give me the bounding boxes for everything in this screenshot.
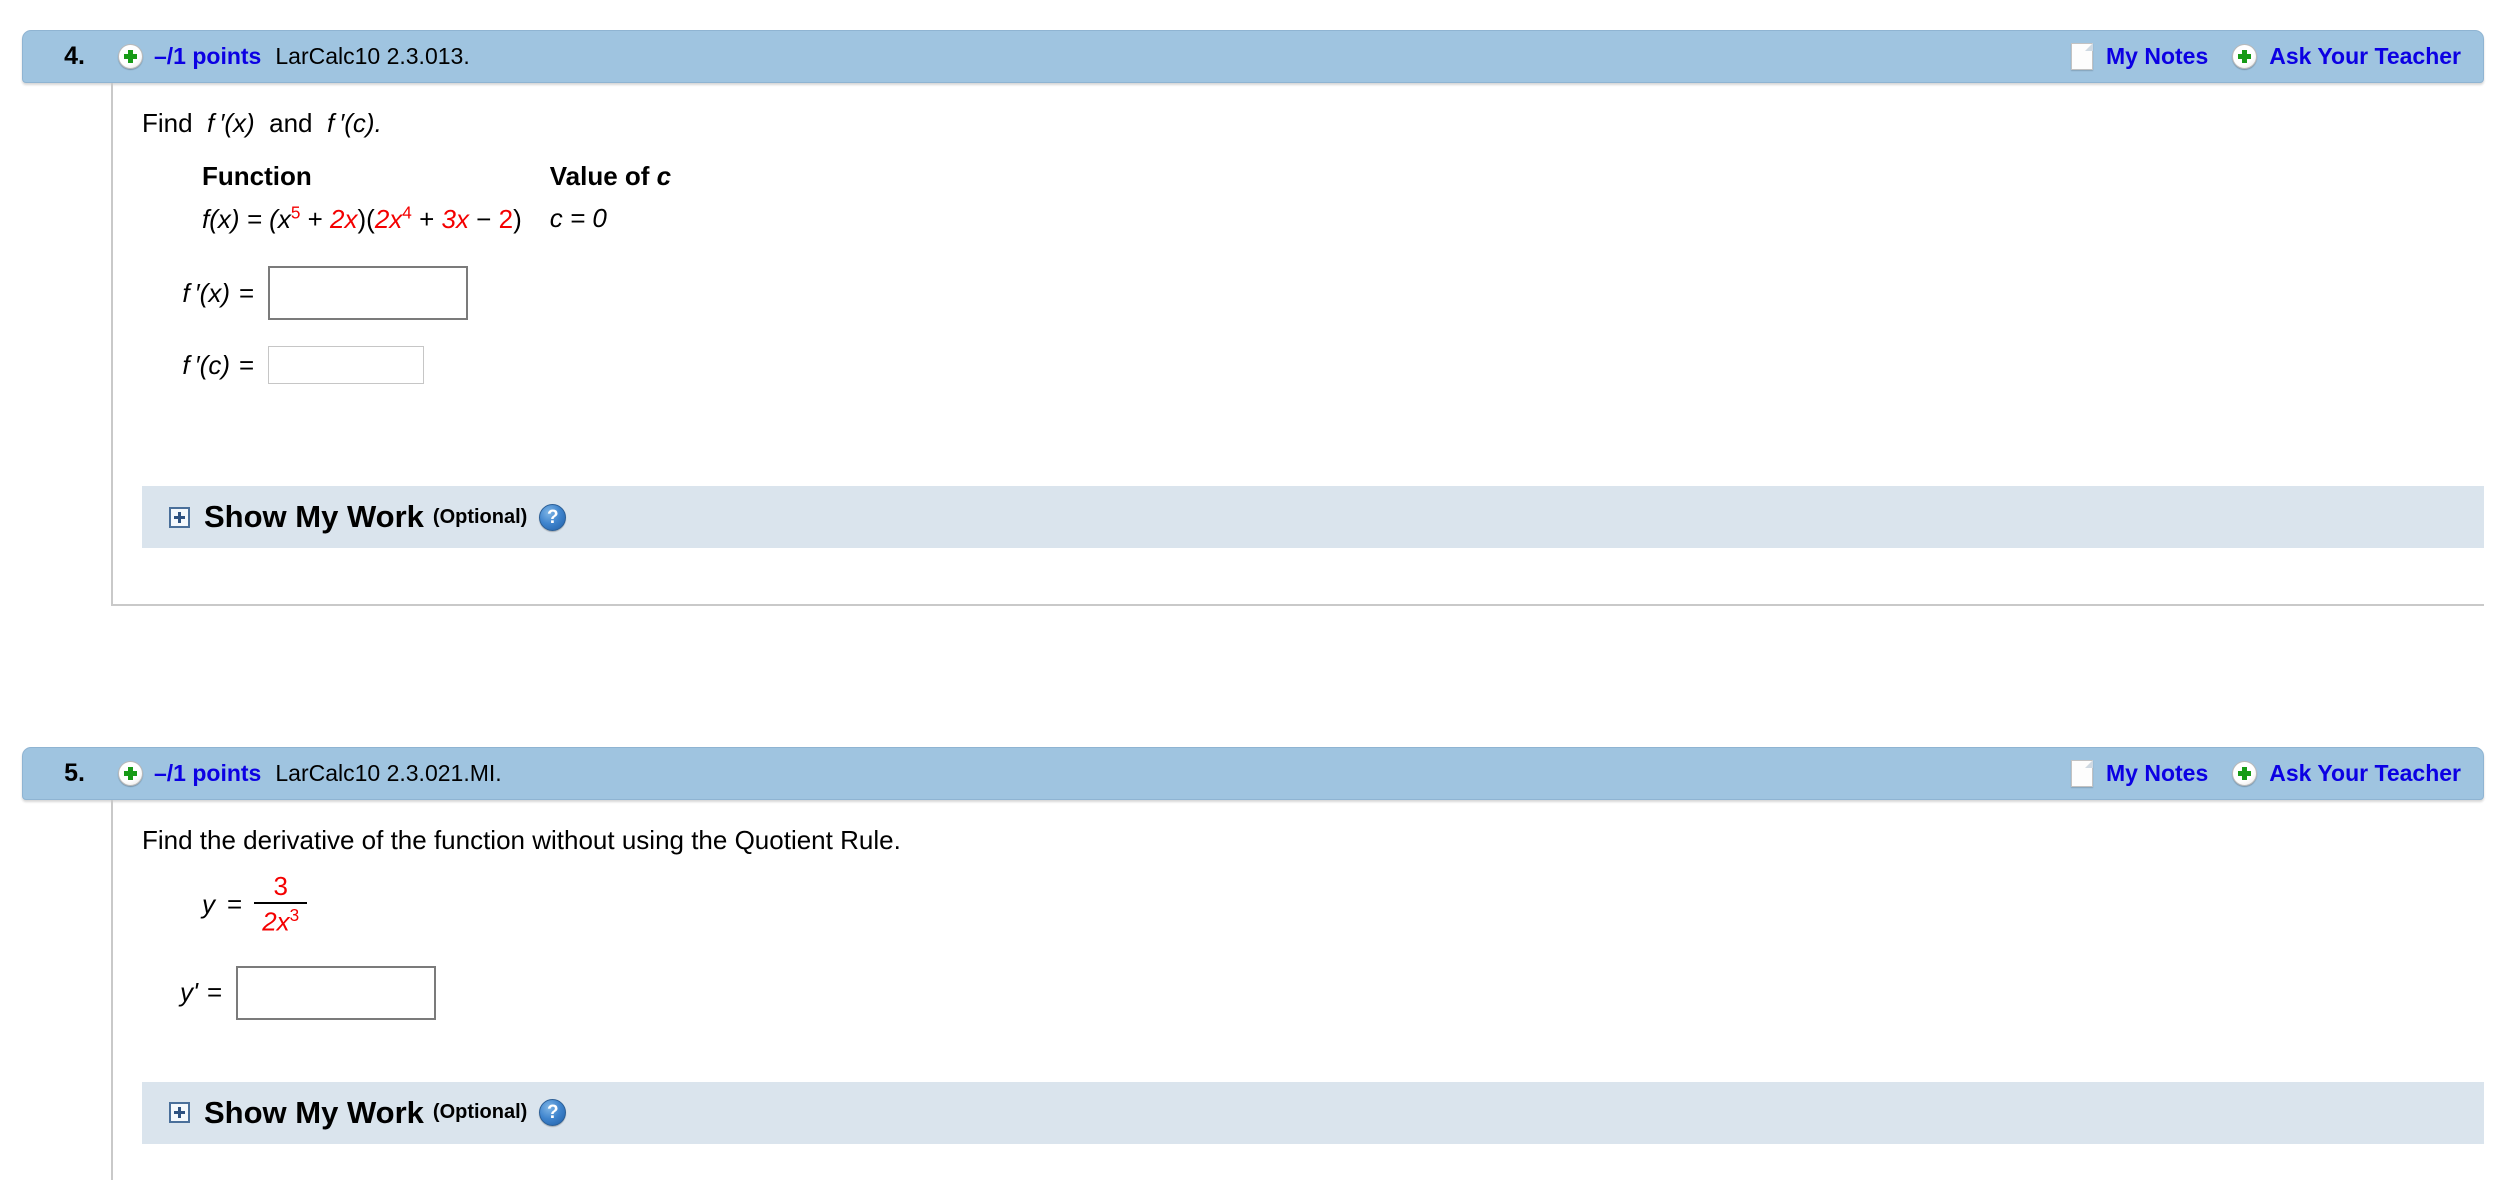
points-expand-group-4: –/1 points: [118, 43, 261, 70]
fraction-numerator: 3: [273, 870, 288, 901]
prompt-and: and: [269, 108, 313, 138]
help-question-icon[interactable]: ?: [539, 503, 567, 531]
prompt-find: Find: [142, 108, 193, 138]
answer-label-yprime: y': [180, 977, 198, 1008]
question-prompt-4: Find f ′(x) and f ′(c).: [142, 109, 2484, 138]
prompt-fprime-x: f ′(x): [207, 108, 255, 138]
question-content-4: Find f ′(x) and f ′(c). Function Value o…: [113, 83, 2484, 486]
show-my-work-title-5: Show My Work: [204, 1094, 424, 1130]
help-question-icon[interactable]: ?: [539, 1099, 567, 1127]
function-value-table: Function Value of c f(x) = (x5 + 2x)(2x4…: [202, 161, 671, 236]
fx-term3: 2x: [374, 204, 403, 235]
answer-label-fprime-x: f ′(x): [182, 277, 230, 308]
fx-lhs: f(x) = (: [202, 204, 278, 235]
answer-input-fprime-x[interactable]: [268, 266, 469, 321]
my-notes-link-5[interactable]: My Notes: [2106, 760, 2208, 787]
plus-icon[interactable]: [118, 761, 143, 786]
question-body-4: Find f ′(x) and f ′(c). Function Value o…: [111, 83, 2484, 607]
header-actions-5: My Notes Ask Your Teacher: [2071, 760, 2461, 787]
header-actions-4: My Notes Ask Your Teacher: [2071, 43, 2461, 70]
question-code-5: LarCalc10 2.3.021.MI.: [275, 760, 502, 786]
fx-exp2: 4: [402, 202, 412, 223]
answer-input-yprime[interactable]: [236, 965, 437, 1020]
question-content-5: Find the derivative of the function with…: [113, 800, 2484, 1082]
question-number-4: 4.: [64, 42, 85, 70]
ask-your-teacher-link-4[interactable]: Ask Your Teacher: [2269, 43, 2461, 70]
question-prompt-5: Find the derivative of the function with…: [142, 825, 901, 855]
answer-input-fprime-c[interactable]: [268, 346, 425, 385]
ask-your-teacher-link-5[interactable]: Ask Your Teacher: [2269, 760, 2461, 787]
show-my-work-optional-5: (Optional): [432, 1101, 528, 1124]
fx-plus1: +: [300, 204, 331, 235]
fx-term4: 3x: [441, 204, 469, 235]
answer-label-fprime-c: f ′(c): [182, 349, 230, 380]
question-block-4: 4. –/1 points LarCalc10 2.3.013. My Note…: [22, 30, 2484, 607]
equals-sign: =: [239, 277, 255, 308]
question-block-5: 5. –/1 points LarCalc10 2.3.021.MI. My N…: [22, 747, 2484, 1180]
fx-plus2: +: [411, 204, 442, 235]
question-header-4: 4. –/1 points LarCalc10 2.3.013. My Note…: [22, 30, 2484, 83]
prompt-fprime-c: f ′(c).: [326, 108, 382, 138]
plus-icon[interactable]: [2232, 44, 2258, 69]
note-page-icon[interactable]: [2071, 760, 2093, 787]
show-my-work-band-4[interactable]: Show My Work (Optional) ?: [142, 486, 2484, 549]
value-of-var: c: [656, 160, 672, 191]
column-header-value-of-c: Value of c: [522, 161, 671, 203]
expand-plus-icon[interactable]: [169, 506, 190, 528]
answer-row-fprime-x: f ′(x) =: [152, 266, 2484, 321]
show-my-work-title-4: Show My Work: [204, 499, 424, 535]
answer-row-yprime: y' =: [120, 965, 2484, 1020]
fx-exp1: 5: [290, 202, 301, 223]
value-of-c-expression: c = 0: [549, 203, 607, 234]
body-tail-spacer-4: [113, 548, 2484, 604]
answer-row-fprime-c: f ′(c) =: [152, 346, 2484, 385]
show-my-work-band-5[interactable]: Show My Work (Optional) ?: [142, 1081, 2484, 1144]
fx-close: ): [513, 204, 522, 235]
assignment-page: 4. –/1 points LarCalc10 2.3.013. My Note…: [0, 0, 2494, 1180]
fx-term2: 2x: [330, 204, 358, 235]
equals-sign: =: [207, 977, 223, 1008]
note-page-icon[interactable]: [2071, 43, 2093, 70]
points-expand-group-5: –/1 points: [118, 760, 261, 787]
question-header-5: 5. –/1 points LarCalc10 2.3.021.MI. My N…: [22, 747, 2484, 800]
points-label-5: –/1 points: [154, 760, 262, 786]
column-header-function: Function: [202, 160, 312, 191]
table-header-row: Function Value of c: [202, 161, 671, 203]
equals-sign: =: [227, 888, 243, 919]
question-code-4: LarCalc10 2.3.013.: [275, 43, 470, 69]
my-notes-link-4[interactable]: My Notes: [2106, 43, 2208, 70]
plus-icon[interactable]: [118, 44, 143, 69]
value-of-text: Value of: [549, 160, 650, 191]
denominator-base: 2x: [262, 906, 290, 937]
plus-icon[interactable]: [2232, 761, 2258, 786]
question-body-5: Find the derivative of the function with…: [111, 800, 2484, 1180]
fx-mid: )(: [357, 204, 375, 235]
expand-plus-icon[interactable]: [169, 1102, 190, 1124]
equals-sign: =: [239, 349, 255, 380]
points-label-4: –/1 points: [154, 43, 262, 69]
question-number-5: 5.: [64, 759, 85, 787]
fraction-denominator: 2x3: [254, 904, 307, 936]
fx-minus: −: [468, 204, 499, 235]
denominator-exp: 3: [289, 904, 300, 925]
fraction: 3 2x3: [254, 870, 308, 936]
equation-5: y = 3 2x3: [202, 870, 2484, 936]
fx-x: x: [277, 204, 291, 235]
table-row: f(x) = (x5 + 2x)(2x4 + 3x − 2) c = 0: [202, 203, 671, 236]
fx-term5: 2: [498, 204, 514, 235]
equation-lhs: y: [202, 888, 215, 919]
show-my-work-optional-4: (Optional): [432, 505, 528, 528]
function-expression: f(x) = (x5 + 2x)(2x4 + 3x − 2): [202, 203, 522, 236]
